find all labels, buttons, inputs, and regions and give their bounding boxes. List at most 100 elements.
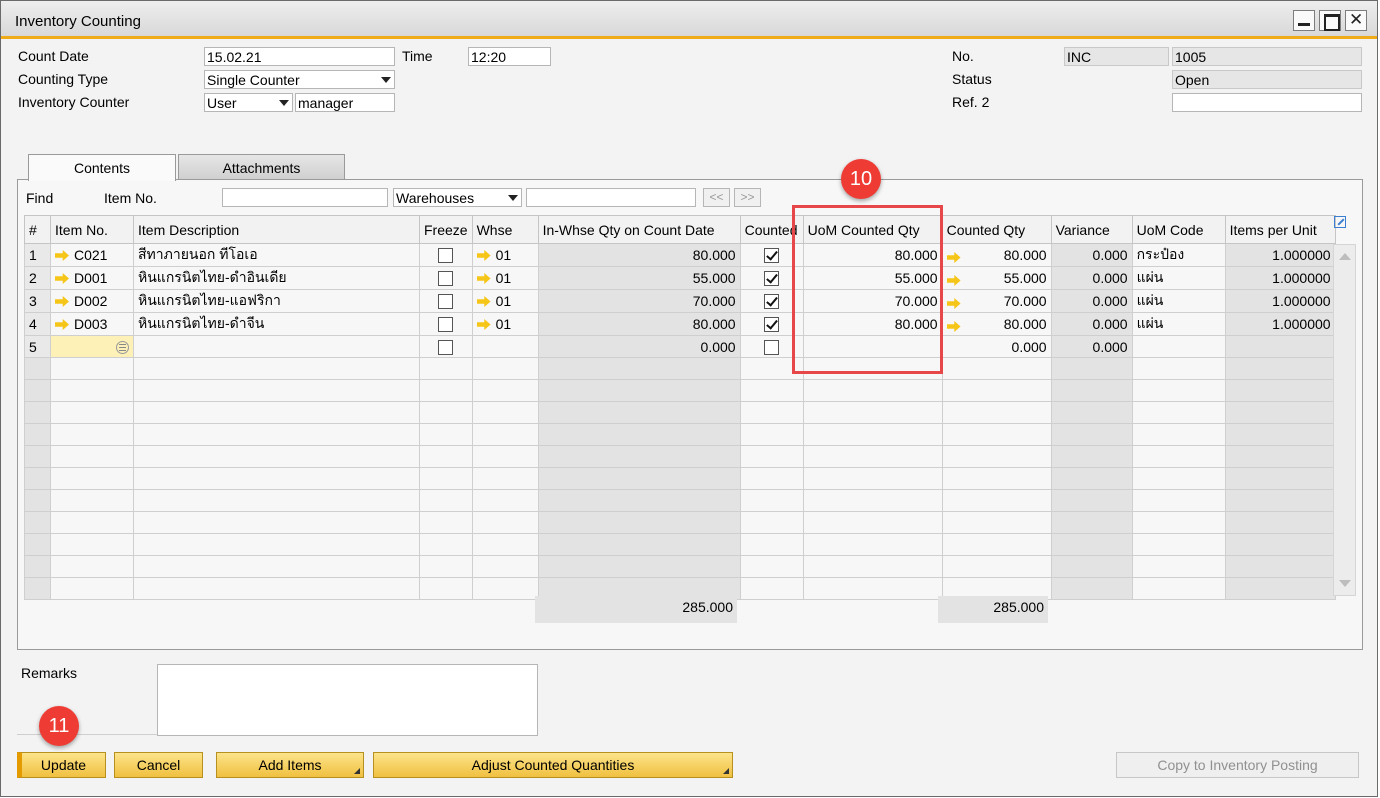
empty-cell[interactable] [941, 511, 1052, 534]
counted-qty-cell[interactable]: 0.000 [941, 335, 1052, 358]
empty-cell[interactable] [802, 423, 943, 446]
link-arrow-icon[interactable] [476, 319, 491, 330]
table-row-empty[interactable] [24, 357, 1336, 380]
empty-cell[interactable] [1131, 467, 1226, 490]
uom-code-cell[interactable]: แผ่น [1131, 289, 1226, 313]
empty-cell[interactable] [50, 467, 134, 490]
empty-cell[interactable] [133, 401, 420, 424]
empty-cell[interactable] [1131, 445, 1226, 468]
empty-cell[interactable] [802, 533, 943, 556]
table-row-empty[interactable] [24, 467, 1336, 490]
empty-cell[interactable] [471, 357, 539, 380]
table-row-empty[interactable] [24, 489, 1336, 512]
empty-cell[interactable] [1131, 489, 1226, 512]
empty-cell[interactable] [50, 423, 134, 446]
freeze-cell[interactable] [419, 289, 473, 313]
empty-cell[interactable] [537, 357, 741, 380]
empty-cell[interactable] [941, 379, 1052, 402]
empty-cell[interactable] [537, 489, 741, 512]
empty-cell[interactable] [133, 555, 420, 578]
empty-cell[interactable] [133, 379, 420, 402]
column-header[interactable]: # [24, 215, 51, 244]
tab-contents[interactable]: Contents [28, 154, 176, 181]
table-row[interactable]: 4 D003 หินแกรนิตไทย-ดำจีน 01 80.000 80.000 80.… [24, 312, 1336, 336]
copy-to-inventory-posting-button[interactable]: Copy to Inventory Posting [1116, 752, 1359, 778]
link-arrow-icon[interactable] [476, 273, 491, 284]
link-arrow-icon[interactable] [55, 273, 69, 284]
empty-cell[interactable] [739, 577, 804, 600]
empty-cell[interactable] [802, 445, 943, 468]
empty-cell[interactable] [471, 511, 539, 534]
choose-from-list-icon[interactable] [116, 340, 129, 354]
close-icon[interactable]: ✕ [1345, 10, 1367, 31]
empty-cell[interactable] [941, 533, 1052, 556]
empty-cell[interactable] [133, 467, 420, 490]
remarks-textarea[interactable] [157, 664, 538, 736]
empty-cell[interactable] [419, 511, 473, 534]
column-header[interactable]: Variance [1050, 215, 1133, 244]
item-no-cell[interactable]: D003 [50, 312, 134, 336]
empty-cell[interactable] [1050, 555, 1133, 578]
counting-type-select[interactable]: Single Counter [204, 70, 395, 89]
count-date-field[interactable]: 15.02.21 [204, 47, 395, 66]
empty-cell[interactable] [50, 401, 134, 424]
table-row-empty[interactable] [24, 423, 1336, 446]
empty-cell[interactable] [1224, 357, 1336, 380]
table-row-empty[interactable] [24, 533, 1336, 556]
link-arrow-icon[interactable] [476, 250, 491, 261]
empty-cell[interactable] [24, 533, 51, 556]
warehouse-find-input[interactable] [526, 188, 696, 207]
link-arrow-icon[interactable] [946, 252, 961, 263]
empty-cell[interactable] [802, 401, 943, 424]
scroll-up-icon[interactable] [1339, 253, 1351, 260]
empty-cell[interactable] [133, 423, 420, 446]
empty-cell[interactable] [24, 401, 51, 424]
empty-cell[interactable] [802, 489, 943, 512]
empty-cell[interactable] [1131, 555, 1226, 578]
ref2-field[interactable] [1172, 93, 1362, 112]
empty-cell[interactable] [1224, 489, 1336, 512]
column-header[interactable]: In-Whse Qty on Count Date [537, 215, 741, 244]
empty-cell[interactable] [941, 555, 1052, 578]
table-row[interactable]: 3 D002 หินแกรนิตไทย-แอฟริกา 01 70.000 70.000 7… [24, 289, 1336, 313]
empty-cell[interactable] [1131, 357, 1226, 380]
empty-cell[interactable] [537, 533, 741, 556]
freeze-cell[interactable] [419, 243, 473, 267]
uom-code-cell[interactable]: แผ่น [1131, 266, 1226, 290]
series-field[interactable]: INC [1064, 47, 1169, 66]
empty-cell[interactable] [50, 533, 134, 556]
empty-cell[interactable] [739, 379, 804, 402]
empty-cell[interactable] [941, 489, 1052, 512]
whse-cell[interactable]: 01 [471, 243, 539, 267]
empty-cell[interactable] [133, 445, 420, 468]
warehouses-select[interactable]: Warehouses [393, 188, 522, 207]
empty-cell[interactable] [739, 489, 804, 512]
counted-checkbox[interactable] [764, 248, 780, 264]
empty-cell[interactable] [1224, 379, 1336, 402]
item-description-cell[interactable] [133, 335, 420, 358]
counted-checkbox[interactable] [764, 317, 780, 333]
freeze-checkbox[interactable] [438, 339, 454, 355]
empty-cell[interactable] [471, 533, 539, 556]
empty-cell[interactable] [537, 423, 741, 446]
empty-cell[interactable] [419, 467, 473, 490]
table-row-new[interactable]: 5 0.000 0.000 0.000 [24, 335, 1336, 358]
counter-type-select[interactable]: User [204, 93, 293, 112]
empty-cell[interactable] [471, 489, 539, 512]
link-arrow-icon[interactable] [476, 296, 491, 307]
freeze-cell[interactable] [419, 266, 473, 290]
empty-cell[interactable] [739, 533, 804, 556]
empty-cell[interactable] [419, 489, 473, 512]
next-button[interactable]: >> [734, 188, 761, 207]
empty-cell[interactable] [1050, 577, 1133, 600]
freeze-cell[interactable] [419, 335, 473, 358]
adjust-counted-quantities-button[interactable]: Adjust Counted Quantities [373, 752, 733, 778]
empty-cell[interactable] [419, 445, 473, 468]
empty-cell[interactable] [24, 489, 51, 512]
empty-cell[interactable] [471, 379, 539, 402]
empty-cell[interactable] [1131, 379, 1226, 402]
empty-cell[interactable] [739, 445, 804, 468]
empty-cell[interactable] [1131, 423, 1226, 446]
empty-cell[interactable] [802, 511, 943, 534]
empty-cell[interactable] [1224, 577, 1336, 600]
